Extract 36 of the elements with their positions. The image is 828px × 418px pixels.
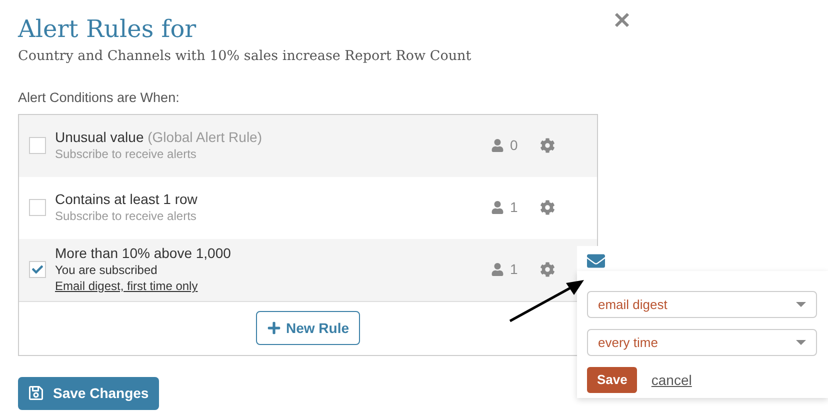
settings-icon[interactable] bbox=[540, 262, 555, 277]
settings-icon[interactable] bbox=[540, 138, 555, 153]
caret-icon bbox=[796, 340, 806, 345]
report-subtitle: Country and Channels with 10% sales increase Report Row Count bbox=[18, 47, 472, 66]
checkbox[interactable] bbox=[29, 137, 46, 154]
save-changes-button[interactable]: Save Changes bbox=[18, 376, 159, 410]
subscriber-count: 0 bbox=[510, 136, 519, 155]
check-icon bbox=[32, 264, 43, 275]
digest-link[interactable]: Email digest, first time only bbox=[55, 278, 198, 294]
subscriber-count: 1 bbox=[510, 198, 519, 217]
envelope-icon bbox=[587, 252, 605, 270]
save-icon bbox=[28, 385, 44, 401]
plus-icon bbox=[266, 321, 281, 335]
new-rule-button[interactable]: New Rule bbox=[256, 311, 360, 345]
user-icon bbox=[491, 263, 504, 276]
popup-save-button[interactable]: Save bbox=[587, 367, 638, 393]
rule-name: Unusual value bbox=[55, 129, 144, 145]
dialog-title: Alert Rules for bbox=[18, 14, 196, 44]
user-icon bbox=[491, 139, 504, 152]
user-icon bbox=[491, 201, 504, 214]
rule-tag: (Global Alert Rule) bbox=[144, 129, 262, 145]
close-icon[interactable] bbox=[614, 12, 630, 28]
subscription-status: You are subscribed bbox=[55, 262, 158, 278]
cancel-link[interactable]: cancel bbox=[651, 370, 692, 390]
caret-icon bbox=[796, 302, 806, 307]
rule-name: Contains at least 1 row bbox=[55, 191, 198, 207]
checkbox[interactable] bbox=[29, 261, 46, 278]
subscription-status: Subscribe to receive alerts bbox=[55, 146, 198, 162]
subscription-status: Subscribe to receive alerts bbox=[55, 208, 198, 224]
subscriber-count: 1 bbox=[510, 260, 519, 279]
frequency-select[interactable]: every time bbox=[587, 329, 817, 356]
delivery-select[interactable]: email digest bbox=[587, 291, 817, 318]
rule-name: More than 10% above 1,000 bbox=[55, 245, 231, 261]
checkbox[interactable] bbox=[29, 199, 46, 216]
conditions-label: Alert Conditions are When: bbox=[18, 89, 180, 108]
settings-icon[interactable] bbox=[540, 200, 555, 215]
